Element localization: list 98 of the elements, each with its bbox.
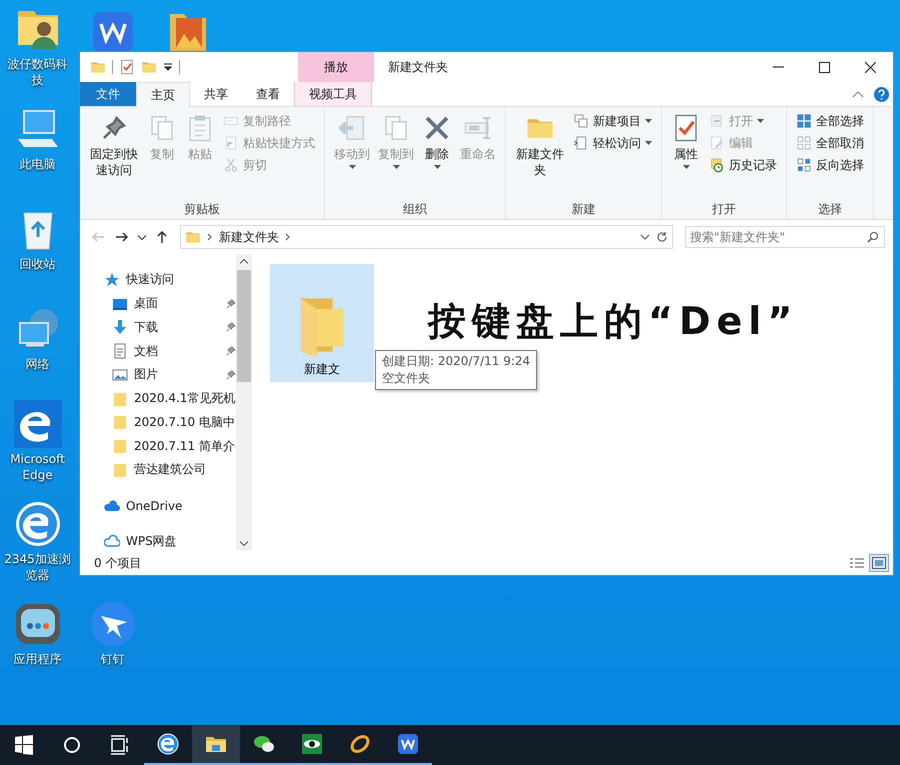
ribbon-tab[interactable]: 查看 — [242, 82, 294, 106]
invert-icon — [796, 157, 812, 173]
nav-item[interactable]: WPS网盘 — [88, 531, 236, 551]
ribbon-group-label: 选择 — [817, 201, 843, 218]
scroll-down-icon[interactable] — [240, 541, 248, 546]
folder-item[interactable]: 新建文 — [270, 264, 374, 382]
address-bar[interactable]: 新建文件夹 — [180, 225, 673, 249]
nav-item[interactable]: 图片 — [88, 365, 236, 385]
help-icon[interactable] — [874, 86, 889, 102]
browser-icon — [14, 500, 62, 548]
move-icon — [337, 113, 367, 143]
scroll-thumb[interactable] — [237, 270, 251, 382]
nav-item[interactable]: 桌面 — [88, 294, 236, 314]
select-all-icon — [796, 113, 812, 129]
plane-icon — [88, 600, 136, 648]
close-icon — [864, 62, 876, 72]
desktop-icon-label[interactable]: 2345加速浏览器 — [4, 551, 72, 583]
desktop-icon-label[interactable]: Microsoft Edge — [4, 451, 72, 483]
scrollbar[interactable] — [236, 254, 252, 551]
nav-item[interactable]: 2020.4.1常见死机 — [88, 388, 236, 408]
maximize-icon — [818, 62, 830, 72]
tooltip-line: 创建日期: 2020/7/11 9:24 — [382, 353, 530, 370]
pin-icon[interactable] — [226, 298, 236, 309]
ribbon-group-label: 新建 — [570, 201, 596, 218]
ribbon-button[interactable]: 反向选择 — [793, 155, 867, 175]
nav-item[interactable]: 文档 — [88, 341, 236, 361]
ribbon-button[interactable]: 全部取消 — [793, 133, 867, 153]
taskbar-app[interactable] — [192, 725, 240, 765]
window-title: 新建文件夹 — [387, 58, 449, 76]
properties-icon[interactable] — [119, 59, 135, 75]
tooltip-line: 空文件夹 — [382, 370, 431, 387]
ribbon-group-label: 剪贴板 — [183, 201, 221, 218]
ribbon-button[interactable]: 固定到快速访问 — [86, 111, 142, 180]
office-icon — [396, 732, 420, 756]
star-icon — [104, 272, 120, 288]
ribbon-button[interactable]: 新建项目 — [570, 111, 655, 131]
pin-icon[interactable] — [226, 322, 236, 332]
chevron-icon[interactable] — [207, 233, 213, 241]
dropdown-icon — [138, 234, 146, 240]
desktop-icon-label[interactable]: 应用程序 — [14, 651, 62, 667]
edit-icon — [709, 135, 725, 151]
ribbon-tab[interactable]: 文件 — [80, 82, 136, 106]
nav-item[interactable]: 快速访问 — [88, 270, 236, 290]
nav-item[interactable]: 营达建筑公司 — [88, 460, 236, 480]
browser-icon — [156, 732, 180, 756]
ribbon-button[interactable]: 历史记录 — [706, 155, 780, 175]
ribbon-tab[interactable]: 视频工具 — [294, 82, 372, 106]
start-icon — [12, 733, 36, 757]
folder-icon — [112, 414, 128, 430]
refresh-icon[interactable] — [656, 231, 668, 243]
history-icon — [709, 157, 725, 173]
nav-item[interactable]: 2020.7.10 电脑中 — [88, 412, 236, 432]
desktop-icon-label[interactable]: 钉钉 — [100, 651, 124, 667]
nav-item[interactable]: OneDrive — [88, 496, 236, 516]
new-item-icon — [573, 113, 589, 129]
dropdown-icon[interactable] — [163, 62, 173, 72]
scroll-up-icon[interactable] — [240, 259, 248, 264]
folder-icon — [112, 462, 128, 478]
edge-icon — [14, 400, 62, 448]
item-count: 0 个项目 — [94, 554, 142, 572]
minimize-icon — [772, 66, 784, 68]
download-icon — [112, 319, 128, 336]
nav-item[interactable]: 2020.7.11 简单介 — [88, 436, 236, 456]
cloud-outline-icon — [104, 533, 120, 550]
document-icon — [112, 343, 128, 360]
search-field[interactable]: 搜索"新建文件夹" — [685, 226, 885, 248]
ribbon-button[interactable]: 属性 — [668, 111, 704, 171]
folder-name: 新建文 — [304, 361, 340, 378]
ribbon-button[interactable]: 删除 — [419, 111, 455, 171]
scissors-icon — [223, 157, 239, 173]
cloud-icon — [104, 498, 120, 514]
ribbon-button[interactable]: 轻松访问 — [570, 133, 655, 153]
ring-icon — [348, 732, 372, 756]
details-icon — [850, 557, 864, 569]
pin-icon[interactable] — [226, 370, 236, 380]
chevron-icon[interactable] — [285, 233, 291, 241]
search-icon — [867, 231, 879, 243]
select-none-icon — [796, 135, 812, 151]
breadcrumb-item[interactable]: 新建文件夹 — [219, 228, 279, 246]
ribbon-group-label: 组织 — [402, 201, 428, 218]
picture-icon — [112, 366, 128, 383]
pin-icon[interactable] — [226, 346, 236, 356]
ribbon-button[interactable]: 新建文件夹 — [512, 111, 568, 180]
ribbon-button[interactable]: 全部选择 — [793, 111, 867, 131]
ribbon-group-label: 打开 — [711, 201, 737, 218]
annotation-text: 按键盘上的“Del” — [428, 298, 798, 345]
ribbon-tab[interactable]: 共享 — [190, 82, 242, 106]
large-icons-icon — [872, 557, 886, 569]
recent-button[interactable] — [136, 232, 148, 242]
dropdown-icon[interactable] — [640, 234, 650, 240]
folder-icon — [112, 390, 128, 407]
ribbon-tab[interactable]: 主页 — [136, 82, 190, 107]
folder-icon — [112, 438, 128, 454]
context-tab-group: 播放 — [298, 52, 374, 82]
large-icons-view-button[interactable] — [869, 554, 889, 572]
collapse-icon[interactable] — [852, 90, 864, 98]
eye-icon — [300, 732, 324, 756]
nav-item[interactable]: 下载 — [88, 318, 236, 338]
